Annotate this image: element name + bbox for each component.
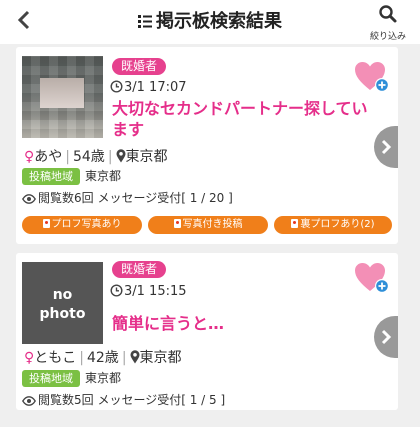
chip-label: 裏プロフあり(2) <box>300 219 375 230</box>
region-row: 投稿地域 東京都 <box>22 370 121 387</box>
post-title[interactable]: 簡単に言うと… <box>112 313 380 334</box>
user-info: ♀ともこ | 42歳 | 東京都 <box>24 347 182 367</box>
user-age: 54歳 <box>72 149 105 165</box>
eye-icon <box>22 194 36 204</box>
header-bar: 掲示板検索結果 絞り込み <box>0 0 420 44</box>
location-pin-icon <box>116 149 126 163</box>
user-location: 東京都 <box>125 149 168 165</box>
female-icon: ♀ <box>24 149 35 165</box>
post-datetime-value: 3/1 17:07 <box>124 80 187 95</box>
post-title[interactable]: 大切なセカンドパートナー探しています <box>112 98 380 140</box>
divider: | <box>107 149 113 165</box>
page-title-wrap: 掲示板検索結果 <box>0 7 420 33</box>
camera-mini-icon <box>173 219 181 228</box>
post-datetime-value: 3/1 15:15 <box>124 284 187 299</box>
chip-photo-post[interactable]: 写真付き投稿 <box>148 216 268 234</box>
user-name: ともこ <box>34 350 77 366</box>
post-stats: 閲覧数6回 メッセージ受付[ 1 / 20 ] <box>22 189 233 206</box>
chip-profile-photo[interactable]: プロフ写真あり <box>22 216 142 234</box>
profile-photo[interactable] <box>22 56 103 138</box>
favorite-button[interactable] <box>354 261 390 295</box>
divider: | <box>121 350 127 366</box>
status-badge: 既婚者 <box>112 261 167 278</box>
page-title: 掲示板検索結果 <box>156 11 282 32</box>
user-info: ♀あや | 54歳 | 東京都 <box>24 146 168 166</box>
region-row: 投稿地域 東京都 <box>22 168 121 185</box>
chevron-right-icon <box>381 329 392 345</box>
search-icon <box>379 5 397 23</box>
list-icon <box>138 15 152 28</box>
post-datetime: 3/1 17:07 <box>110 80 187 95</box>
profile-mini-icon <box>291 219 299 228</box>
region-value: 東京都 <box>85 371 122 385</box>
post-stats: 閲覧数5回 メッセージ受付[ 1 / 5 ] <box>22 391 225 408</box>
blurred-face <box>40 78 84 108</box>
region-tag: 投稿地域 <box>22 370 80 387</box>
female-icon: ♀ <box>24 350 35 366</box>
photo-mini-icon <box>42 219 50 228</box>
eye-icon <box>22 396 36 406</box>
no-photo-placeholder[interactable]: no photo <box>22 262 103 344</box>
region-value: 東京都 <box>85 169 122 183</box>
user-location: 東京都 <box>139 350 182 366</box>
clock-icon <box>110 284 123 297</box>
user-age: 42歳 <box>86 350 119 366</box>
stats-text: 閲覧数6回 メッセージ受付[ 1 / 20 ] <box>38 191 233 205</box>
user-name: あや <box>34 149 63 165</box>
favorite-button[interactable] <box>354 60 390 94</box>
stats-text: 閲覧数5回 メッセージ受付[ 1 / 5 ] <box>38 393 226 407</box>
chip-secret-profile[interactable]: 裏プロフあり(2) <box>274 216 392 234</box>
clock-icon <box>110 80 123 93</box>
placeholder-text-2: photo <box>39 306 86 322</box>
chip-label: 写真付き投稿 <box>182 219 243 230</box>
chip-label: プロフ写真あり <box>51 219 122 230</box>
status-badge: 既婚者 <box>112 58 167 75</box>
divider: | <box>79 350 84 366</box>
heart-plus-icon <box>355 62 389 92</box>
divider: | <box>65 149 70 165</box>
location-pin-icon <box>130 350 140 364</box>
post-card[interactable]: no photo 既婚者 3/1 15:15 簡単に言うと… ♀ともこ | 42歳 |… <box>16 253 398 410</box>
placeholder-text-1: no <box>52 287 73 303</box>
filter-search-button[interactable]: 絞り込み <box>364 4 412 42</box>
region-tag: 投稿地域 <box>22 168 80 185</box>
post-datetime: 3/1 15:15 <box>110 284 187 299</box>
filter-label: 絞り込み <box>369 32 406 42</box>
heart-plus-icon <box>355 263 389 293</box>
chevron-right-icon <box>381 139 392 155</box>
post-card[interactable]: 既婚者 3/1 17:07 大切なセカンドパートナー探しています ♀あや | 54歳… <box>16 47 398 244</box>
